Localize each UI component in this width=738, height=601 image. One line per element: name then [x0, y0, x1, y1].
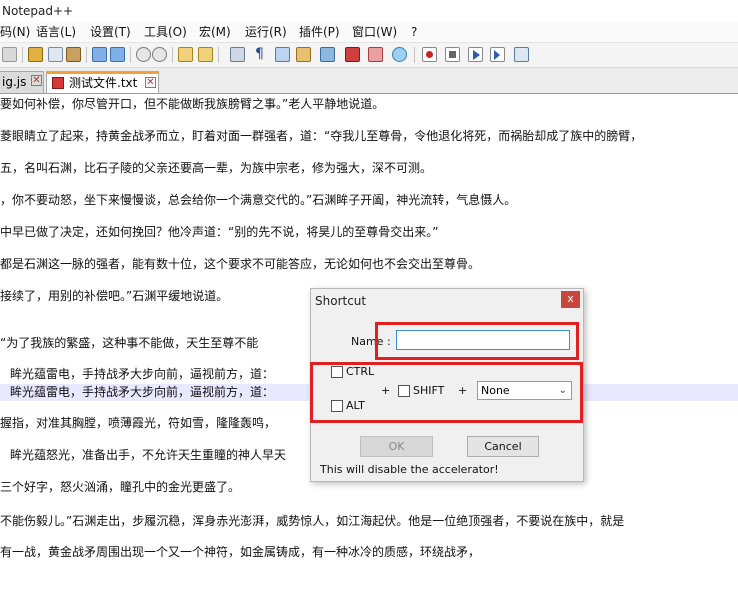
doc-map-icon[interactable] [320, 47, 335, 62]
paste-icon[interactable] [66, 47, 81, 62]
text-line: 不能伤毅儿。”石渊走出，步履沉稳，浑身赤光澎湃，威势惊人，如江海起伏。他是一位绝… [0, 514, 625, 528]
text-line: ，你不要动怒，坐下来慢慢谈，总会给你一个满意交代的。”石渊眸子开阖，神光流转，气… [0, 193, 517, 207]
toolbar: ¶ [0, 43, 738, 68]
toolbar-separator [86, 47, 87, 63]
show-all-characters-icon[interactable]: ¶ [252, 47, 267, 62]
text-line: 眸光蕴怒光，准备出手，不允许天生重瞳的神人早天 [10, 448, 287, 462]
menu-macro[interactable]: 宏(M) [199, 24, 231, 40]
close-file-icon[interactable] [2, 47, 17, 62]
shortcut-dialog: Shortcut x Name : CTRL ALT + SHIFT + Non… [310, 288, 584, 482]
menu-bar: 码(N) 语言(L) 设置(T) 工具(O) 宏(M) 运行(R) 插件(P) … [0, 22, 738, 43]
word-wrap-icon[interactable] [230, 47, 245, 62]
text-line: 三个好字，怒火汹涌，瞳孔中的金光更盛了。 [0, 480, 241, 494]
file-saved-icon [52, 77, 64, 89]
tab-close-icon[interactable]: ✕ [145, 77, 156, 88]
menu-settings[interactable]: 设置(T) [90, 24, 131, 40]
tab-test-file[interactable]: 测试文件.txt ✕ [46, 71, 159, 93]
play-macro-icon[interactable] [468, 47, 483, 62]
toolbar-separator [218, 47, 219, 63]
text-line: 握指，对准其胸膛，喷薄霞光，符如雪，隆隆轰鸣， [0, 416, 277, 430]
highlight-box-modifiers [310, 362, 583, 423]
window-title: Notepad++ [2, 4, 74, 18]
menu-window[interactable]: 窗口(W) [352, 24, 397, 40]
toolbar-separator [130, 47, 131, 63]
text-line: 眸光蕴雷电，手持战矛大步向前，逼视前方，道： [10, 385, 275, 399]
toolbar-separator [22, 47, 23, 63]
zoom-out-icon[interactable] [198, 47, 213, 62]
text-line: 接续了，用别的补偿吧。”石渊平缓地说道。 [0, 289, 229, 303]
tab-label: 测试文件.txt [69, 76, 138, 90]
menu-run[interactable]: 运行(R) [245, 24, 287, 40]
copy-icon[interactable] [48, 47, 63, 62]
toolbar-separator [172, 47, 173, 63]
menu-language[interactable]: 语言(L) [36, 24, 76, 40]
stop-macro-icon[interactable] [445, 47, 460, 62]
function-list-icon[interactable] [345, 47, 360, 62]
tab-label: ig.js [2, 75, 27, 89]
toolbar-separator [414, 47, 415, 63]
menu-encoding[interactable]: 码(N) [0, 24, 30, 40]
save-macro-icon[interactable] [514, 47, 529, 62]
highlight-box-name [375, 322, 579, 360]
cancel-button[interactable]: Cancel [467, 436, 539, 457]
folder-workspace-icon[interactable] [368, 47, 383, 62]
replace-icon[interactable] [152, 47, 167, 62]
run-macro-multiple-icon[interactable] [490, 47, 505, 62]
menu-help[interactable]: ? [411, 24, 417, 40]
cut-icon[interactable] [28, 47, 43, 62]
text-line: 要如何补偿，你尽管开口，但不能做断我族膀臂之事。”老人平静地说道。 [0, 97, 385, 111]
record-macro-icon[interactable] [422, 47, 437, 62]
dialog-title: Shortcut [315, 294, 367, 308]
redo-icon[interactable] [110, 47, 125, 62]
text-line: 中早已做了决定，还如何挽回？他冷声道：“别的先不说，将昊儿的至尊骨交出来。” [0, 225, 439, 239]
monitoring-icon[interactable] [392, 47, 407, 62]
text-line: 眸光蕴雷电，手持战矛大步向前，逼视前方，道： [10, 367, 275, 381]
tab-close-icon[interactable]: ✕ [31, 75, 42, 86]
info-text: This will disable the accelerator! [320, 463, 499, 476]
undo-icon[interactable] [92, 47, 107, 62]
tab-ig-js[interactable]: ig.js ✕ [0, 71, 44, 93]
find-icon[interactable] [136, 47, 151, 62]
user-language-icon[interactable] [296, 47, 311, 62]
title-bar: Notepad++ [0, 0, 738, 22]
zoom-in-icon[interactable] [178, 47, 193, 62]
text-line: 五，名叫石渊，比石子陵的父亲还要高一辈，为族中宗老，修为强大，深不可测。 [0, 161, 433, 175]
text-line: “为了我族的繁盛，这种事不能做，天生至尊不能 [0, 336, 259, 350]
ok-button[interactable]: OK [360, 436, 433, 457]
text-line: 有一战，黄金战矛周围出现一个又一个神符，如金属铸成，有一种冰冷的质感，环绕战矛， [0, 545, 481, 559]
text-line: 都是石渊这一脉的强者，能有数十位，这个要求不可能答应，无论如何也不会交出至尊骨。 [0, 257, 481, 271]
menu-plugins[interactable]: 插件(P) [299, 24, 340, 40]
indent-guide-icon[interactable] [275, 47, 290, 62]
dialog-close-button[interactable]: x [561, 291, 580, 308]
text-line: 菱眼睛立了起来，持黄金战矛而立，盯着对面一群强者，道：“夺我儿至尊骨，令他退化将… [0, 129, 643, 143]
menu-tools[interactable]: 工具(O) [144, 24, 187, 40]
tab-bar: ig.js ✕ 测试文件.txt ✕ [0, 68, 738, 94]
